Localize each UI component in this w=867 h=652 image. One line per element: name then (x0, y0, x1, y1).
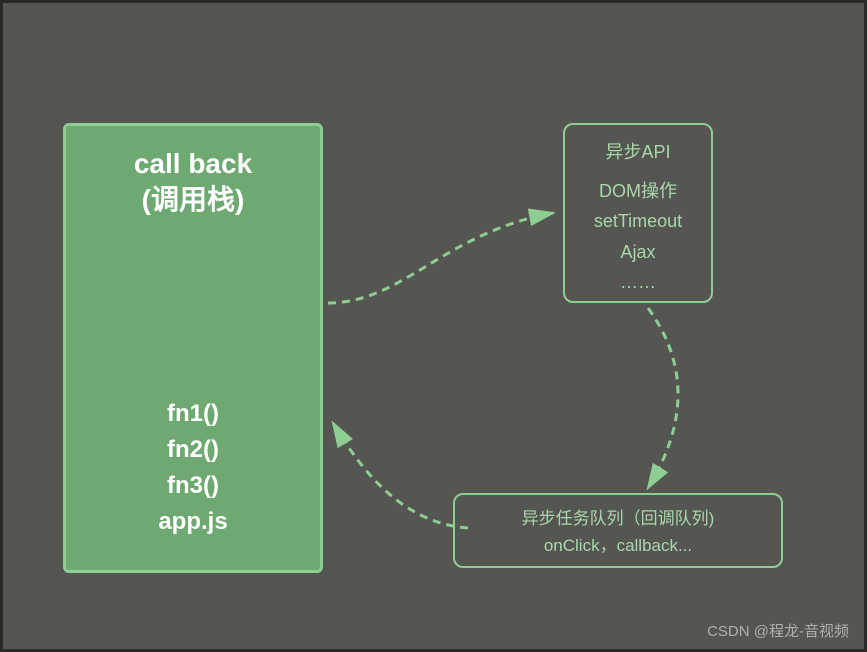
callstack-item: fn1() (66, 396, 320, 432)
callstack-title-line1: call back (66, 146, 320, 182)
async-api-item: setTimeout (565, 206, 711, 237)
queue-box: 异步任务队列（回调队列) onClick，callback... (453, 493, 783, 568)
callstack-title: call back (调用栈) (66, 146, 320, 219)
callstack-items: fn1() fn2() fn3() app.js (66, 396, 320, 540)
arrow-asyncapi-to-queue (598, 303, 718, 503)
async-api-title: 异步API (565, 137, 711, 168)
callstack-title-line2: (调用栈) (66, 182, 320, 218)
async-api-box: 异步API DOM操作 setTimeout Ajax …… (563, 123, 713, 303)
queue-title: 异步任务队列（回调队列) (455, 505, 781, 532)
async-api-item: DOM操作 (565, 176, 711, 207)
callstack-item: fn3() (66, 468, 320, 504)
callstack-item: app.js (66, 504, 320, 540)
queue-items: onClick，callback... (455, 532, 781, 559)
async-api-item: Ajax (565, 237, 711, 268)
watermark: CSDN @程龙-音视频 (707, 620, 849, 641)
async-api-item: …… (565, 267, 711, 298)
arrow-callstack-to-asyncapi (323, 203, 573, 323)
callstack-item: fn2() (66, 432, 320, 468)
callstack-box: call back (调用栈) fn1() fn2() fn3() app.js (63, 123, 323, 573)
